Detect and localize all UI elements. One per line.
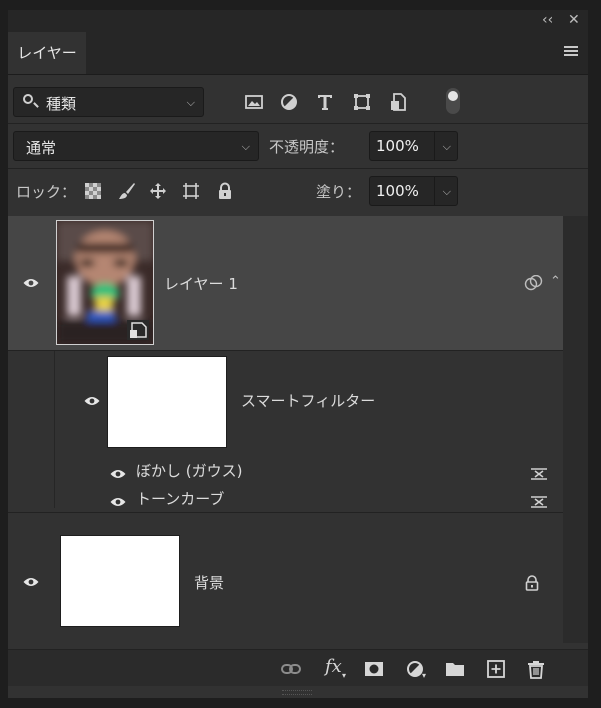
collapse-panel-button[interactable]: ‹‹ (542, 12, 553, 28)
layer-kind-filter-select[interactable]: 種類 ⌵ (13, 87, 204, 117)
smart-filters-indicator-icon (524, 275, 543, 291)
layers-list: レイヤー 1 ⌃ スマートフィルター ぼかし (ガウス) トーンカーブ 背景 (8, 216, 563, 643)
opacity-field[interactable]: 100% ⌵ (369, 131, 458, 161)
lock-icon (525, 575, 539, 591)
lock-image-pixels-icon[interactable] (118, 182, 136, 200)
fill-label: 塗り： (316, 183, 362, 201)
divider (8, 123, 588, 124)
opacity-value: 100% (376, 137, 419, 155)
smart-filter-mask-thumbnail[interactable] (107, 356, 227, 448)
bottom-toolbar: fx ▾ ▾ (8, 649, 588, 686)
chevron-down-icon: ⌵ (186, 96, 195, 109)
layer-row[interactable]: レイヤー 1 ⌃ (8, 216, 563, 350)
divider (8, 168, 588, 169)
adjustment-filter-icon[interactable] (279, 92, 299, 112)
fill-value: 100% (376, 182, 419, 200)
lock-all-icon[interactable] (216, 182, 234, 200)
visibility-eye-icon[interactable] (110, 497, 126, 507)
type-filter-icon[interactable] (315, 92, 335, 112)
layers-panel: ‹‹ ✕ レイヤー 種類 ⌵ 通常 ⌵ 不透明度： 100% ⌵ ロック： 塗り… (8, 10, 588, 698)
tab-bar: レイヤー (8, 32, 588, 75)
opacity-label: 不透明度： (269, 138, 345, 156)
close-panel-button[interactable]: ✕ (568, 12, 580, 28)
chevron-down-icon[interactable]: ⌵ (443, 185, 451, 199)
new-layer-icon[interactable] (486, 659, 506, 679)
scrollbar[interactable] (563, 216, 588, 643)
visibility-eye-icon[interactable] (23, 577, 39, 587)
kind-filter-value: 種類 (46, 95, 77, 113)
layer-name[interactable]: 背景 (194, 572, 224, 593)
visibility-eye-icon[interactable] (84, 396, 100, 406)
shape-filter-icon[interactable] (352, 92, 372, 112)
search-icon (23, 94, 33, 104)
collapse-effects-chevron-icon[interactable]: ⌃ (550, 274, 561, 289)
visibility-eye-icon[interactable] (110, 469, 126, 479)
chevron-down-icon: ⌵ (241, 140, 250, 153)
image-filter-icon[interactable] (244, 92, 264, 112)
fill-field[interactable]: 100% ⌵ (369, 176, 458, 206)
delete-icon[interactable] (526, 659, 546, 679)
blend-mode-select[interactable]: 通常 ⌵ (13, 131, 259, 161)
layer-name[interactable]: レイヤー 1 (164, 273, 238, 294)
layer-thumbnail[interactable] (60, 535, 180, 627)
new-group-icon[interactable] (445, 659, 465, 679)
chevron-down-icon[interactable]: ⌵ (443, 140, 451, 154)
lock-label: ロック： (16, 183, 77, 201)
fx-icon[interactable]: fx (325, 656, 342, 677)
panel-title-strip: ‹‹ ✕ (8, 10, 588, 32)
smart-filter-label[interactable]: スマートフィルター (241, 390, 375, 411)
blend-mode-value: 通常 (26, 139, 57, 157)
chevron-down-icon: ▾ (342, 671, 347, 680)
chevron-down-icon: ▾ (422, 671, 427, 680)
visibility-eye-icon[interactable] (23, 278, 39, 288)
link-layers-icon[interactable] (281, 659, 301, 679)
smart-filters-group: スマートフィルター ぼかし (ガウス) トーンカーブ (8, 351, 563, 508)
filter-name[interactable]: ぼかし (ガウス) (136, 460, 242, 481)
filter-toggle-switch[interactable] (446, 88, 460, 114)
panel-menu-icon[interactable] (564, 46, 578, 58)
smart-object-filter-icon[interactable] (388, 92, 408, 112)
layer-thumbnail[interactable] (56, 220, 154, 345)
filter-blending-options-icon[interactable] (530, 495, 548, 509)
layer-row[interactable]: 背景 (8, 513, 563, 643)
lock-position-icon[interactable] (149, 182, 167, 200)
layer-thumbnail-image (57, 221, 153, 344)
lock-transparent-pixels-icon[interactable] (84, 182, 102, 200)
add-mask-icon[interactable] (364, 659, 384, 679)
lock-artboard-icon[interactable] (182, 182, 200, 200)
filter-blending-options-icon[interactable] (530, 467, 548, 481)
filter-name[interactable]: トーンカーブ (136, 488, 224, 509)
tab-layers[interactable]: レイヤー (8, 32, 86, 74)
resize-grip[interactable] (282, 690, 312, 695)
